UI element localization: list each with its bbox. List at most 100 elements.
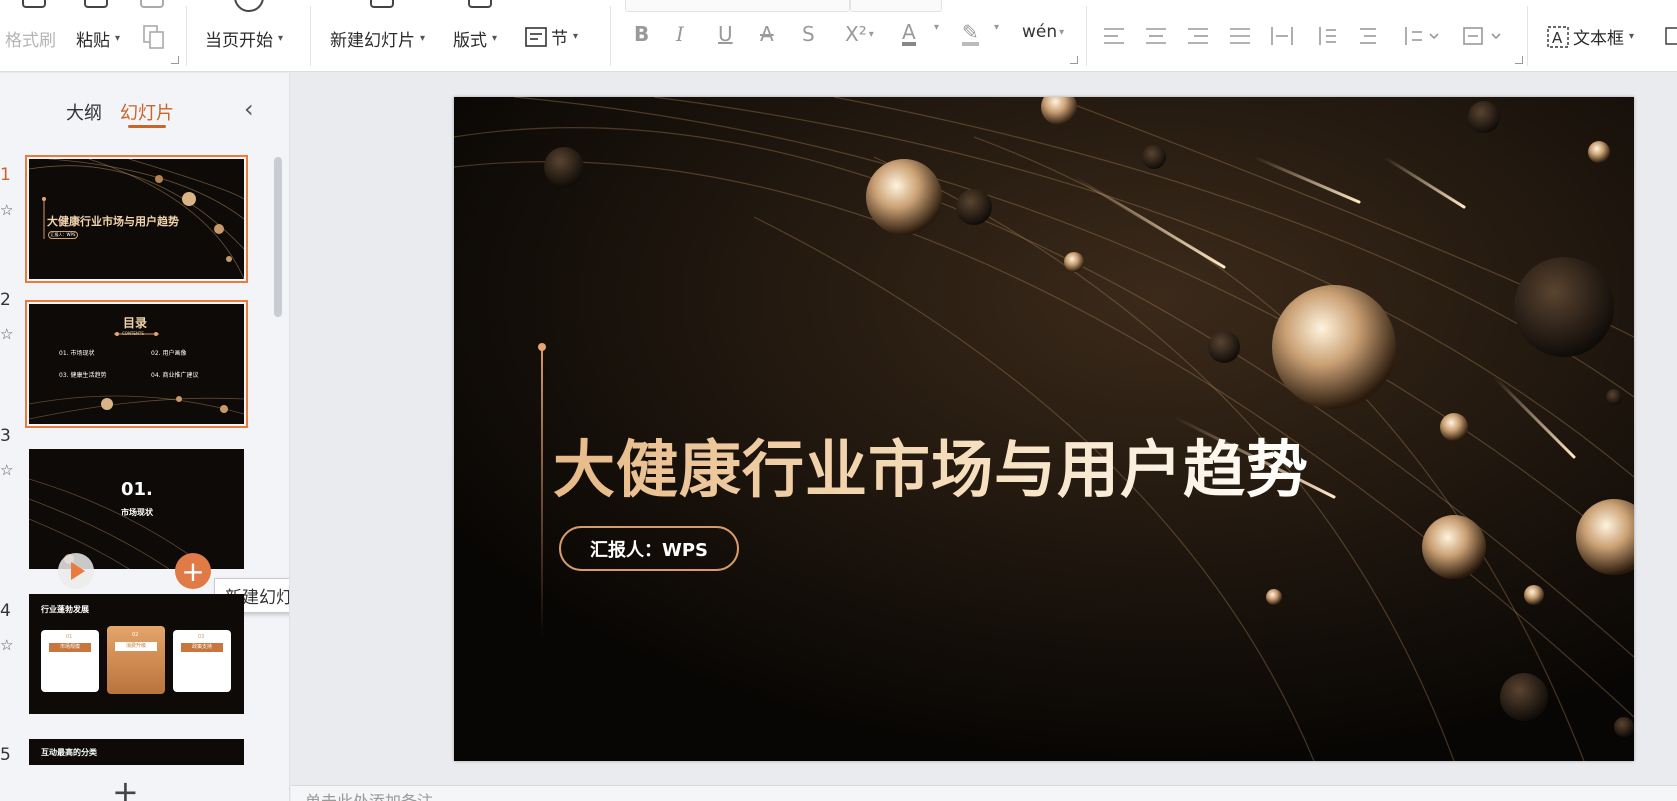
play-from-current-button[interactable]: 当页开始 ▾ (205, 26, 283, 51)
text-shadow-label: S (802, 22, 815, 46)
thumbnail-card: 02 消费升级 (107, 626, 165, 694)
highlight-dropdown[interactable]: ▾ (992, 22, 999, 33)
align-left-icon (1104, 28, 1124, 44)
svg-text:A: A (1552, 29, 1563, 47)
play-slide-button[interactable] (58, 553, 94, 589)
copy-icon[interactable] (142, 24, 166, 50)
star-icon[interactable]: ☆ (0, 461, 13, 479)
superscript-label: X² (845, 22, 867, 46)
slide-thumbnail-3[interactable]: 01. 市场现状 (29, 449, 244, 569)
thumbnail-title: 行业蓬勃发展 (41, 605, 89, 614)
line-spacing-icon (1319, 27, 1336, 45)
notes-pane[interactable]: 单击此处添加备注 (291, 785, 1677, 801)
dialog-launcher-icon[interactable] (1515, 56, 1523, 64)
font-size-box[interactable] (850, 0, 942, 12)
panel-scrollbar[interactable] (274, 157, 282, 317)
toc-item: 02. 用户画像 (151, 350, 187, 357)
paste-label: 粘贴 (76, 31, 110, 51)
text-shadow-button[interactable]: S (802, 22, 815, 46)
toc-item: 01. 市场现状 (59, 350, 95, 357)
thumbnail-reporter: 汇报人：WPS (48, 231, 78, 239)
slide-thumbnail-2[interactable]: 目录 CONTENTS 01. 市场现状 02. 用户画像 03. 健康生活趋势… (25, 300, 248, 428)
font-color-dropdown[interactable]: ▾ (932, 22, 939, 33)
decorative-dot (538, 343, 546, 351)
play-from-current-label: 当页开始 (205, 31, 273, 51)
slide-number: 2 (0, 290, 11, 310)
tab-outline[interactable]: 大纲 (66, 99, 102, 125)
paragraph-icons (1104, 27, 1501, 45)
phonetic-label: wén (1022, 22, 1058, 42)
top-icon (84, 0, 108, 8)
slide-thumbnail-4[interactable]: 行业蓬勃发展 01 市场规模 02 消费升级 03 政策支持 (29, 594, 244, 714)
toc-item: 03. 健康生活趋势 (59, 372, 107, 379)
add-slide-button[interactable]: + (175, 553, 211, 589)
strikethrough-button[interactable]: A (760, 22, 774, 46)
thumbnail-title: 大健康行业市场与用户趋势 (47, 215, 179, 228)
decorative-line (541, 349, 543, 639)
superscript-button[interactable]: X² ▾ (845, 22, 874, 46)
active-tab-indicator (128, 125, 166, 128)
dialog-launcher-icon[interactable] (1070, 56, 1078, 64)
top-icon (370, 0, 394, 8)
underline-label: U (718, 22, 733, 46)
card-number: 02 (132, 632, 139, 638)
thumbnail-subtitle: CONTENTS (122, 331, 144, 336)
chevron-down-icon: ▾ (573, 31, 579, 42)
cut-icon (140, 0, 164, 8)
slide-number: 3 (0, 426, 11, 446)
slide-number: 1 (0, 165, 11, 185)
play-icon (234, 0, 264, 12)
strikethrough-label: A (760, 22, 774, 46)
current-slide[interactable]: 大健康行业市场与用户趋势 汇报人：WPS (454, 97, 1634, 761)
text-direction-icon (1463, 27, 1501, 45)
textbox-button[interactable]: A 文本框 ▾ (1546, 24, 1634, 49)
chevron-down-icon: ▾ (1629, 31, 1635, 42)
slide-title[interactable]: 大健康行业市场与用户趋势 (553, 419, 1309, 509)
textbox-label: 文本框 (1573, 29, 1624, 49)
section-button[interactable]: 节 ▾ (524, 24, 578, 49)
underline-button[interactable]: U (718, 22, 733, 46)
bold-label: B (634, 22, 650, 46)
bold-button[interactable]: B (634, 22, 649, 46)
layout-label: 版式 (453, 31, 487, 51)
thumbnail-card: 03 政策支持 (173, 630, 231, 692)
slide-editor: 大健康行业市场与用户趋势 汇报人：WPS 单击此处添加备注 (291, 73, 1677, 801)
card-label: 市场规模 (49, 643, 91, 652)
new-slide-button[interactable]: 新建幻灯片 ▾ (330, 26, 425, 51)
shape-icon[interactable] (1664, 24, 1677, 48)
star-icon[interactable]: ☆ (0, 636, 13, 654)
section-icon (525, 26, 547, 47)
paste-button[interactable]: 粘贴 ▾ (76, 26, 120, 51)
thumbnail-title: 互动最高的分类 (41, 748, 97, 757)
chevron-down-icon: ▾ (115, 33, 121, 44)
card-number: 03 (198, 634, 205, 640)
chevron-down-icon: ▾ (994, 22, 1000, 33)
format-painter-button[interactable]: 格式刷 (5, 26, 56, 51)
italic-button[interactable]: I (676, 22, 684, 46)
font-color-button[interactable]: A (902, 22, 916, 46)
font-name-box[interactable] (625, 0, 850, 12)
slide-number: 4 (0, 601, 11, 621)
slide-number: 5 (0, 745, 11, 765)
slide-thumbnail-5[interactable]: 互动最高的分类 (29, 739, 244, 765)
layout-button[interactable]: 版式 ▾ (453, 26, 497, 51)
collapse-panel-icon[interactable]: ‹ (244, 95, 254, 123)
panel-tabs: 大纲 幻灯片 (66, 99, 174, 125)
thumbnail-subtitle: 市场现状 (121, 508, 153, 517)
dialog-launcher-icon[interactable] (171, 56, 179, 64)
ribbon-toolbar: 格式刷 粘贴 ▾ 当页开始 ▾ 新建幻灯片 ▾ 版式 ▾ 节 ▾ B I U A S X²… (0, 0, 1677, 72)
slide-thumbnail-1[interactable]: 大健康行业市场与用户趋势 汇报人：WPS (25, 155, 248, 283)
plus-icon: + (181, 554, 205, 588)
star-icon[interactable]: ☆ (0, 201, 13, 219)
new-slide-plus-icon[interactable]: + (112, 773, 139, 801)
chevron-down-icon: ▾ (420, 33, 426, 44)
reporter-badge[interactable]: 汇报人：WPS (559, 526, 739, 571)
tab-slides[interactable]: 幻灯片 (120, 99, 174, 125)
italic-label: I (676, 22, 684, 46)
chevron-down-icon: ▾ (492, 33, 498, 44)
top-icon (525, 0, 549, 8)
phonetic-button[interactable]: wén ▾ (1022, 22, 1064, 42)
section-label: 节 (551, 29, 568, 49)
highlight-button[interactable]: ✎ (962, 22, 979, 46)
star-icon[interactable]: ☆ (0, 325, 13, 343)
